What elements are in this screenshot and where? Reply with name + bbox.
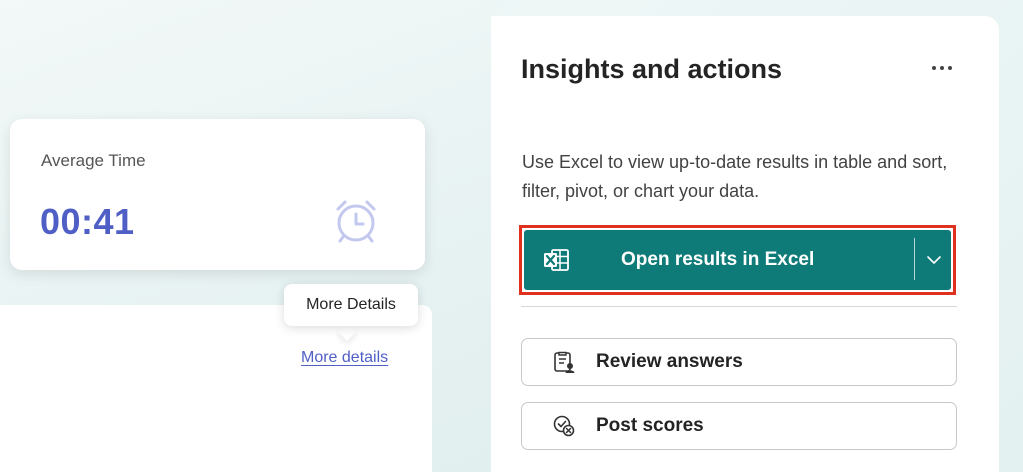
excel-button-highlight: Open results in Excel — [519, 225, 956, 295]
open-in-excel-split-button: Open results in Excel — [524, 230, 951, 290]
open-in-excel-label: Open results in Excel — [621, 249, 815, 270]
review-answers-icon — [554, 351, 575, 373]
insights-panel: Insights and actions Use Excel to view u… — [491, 16, 999, 472]
review-answers-button[interactable]: Review answers — [521, 338, 957, 386]
stat-label: Average Time — [41, 151, 146, 170]
panel-description: Use Excel to view up-to-date results in … — [522, 152, 948, 201]
review-answers-label: Review answers — [596, 351, 743, 372]
open-in-excel-button[interactable]: Open results in Excel — [524, 230, 914, 290]
stat-value: 00:41 — [40, 201, 135, 242]
excel-options-dropdown[interactable] — [915, 230, 953, 290]
more-details-link[interactable]: More details — [301, 349, 388, 367]
more-horizontal-icon[interactable] — [928, 58, 956, 78]
average-time-card: Average Time 00:41 — [10, 119, 425, 270]
tooltip-tail-cover — [334, 316, 360, 326]
chevron-down-icon — [927, 256, 941, 264]
section-divider — [521, 306, 957, 307]
alarm-clock-icon — [336, 200, 376, 243]
panel-title: Insights and actions — [521, 54, 783, 84]
details-section — [0, 305, 432, 472]
post-scores-button[interactable]: Post scores — [521, 402, 957, 450]
tooltip-text: More Details — [306, 296, 396, 313]
excel-icon — [544, 249, 569, 271]
post-scores-label: Post scores — [596, 415, 704, 436]
post-scores-icon — [553, 415, 575, 437]
